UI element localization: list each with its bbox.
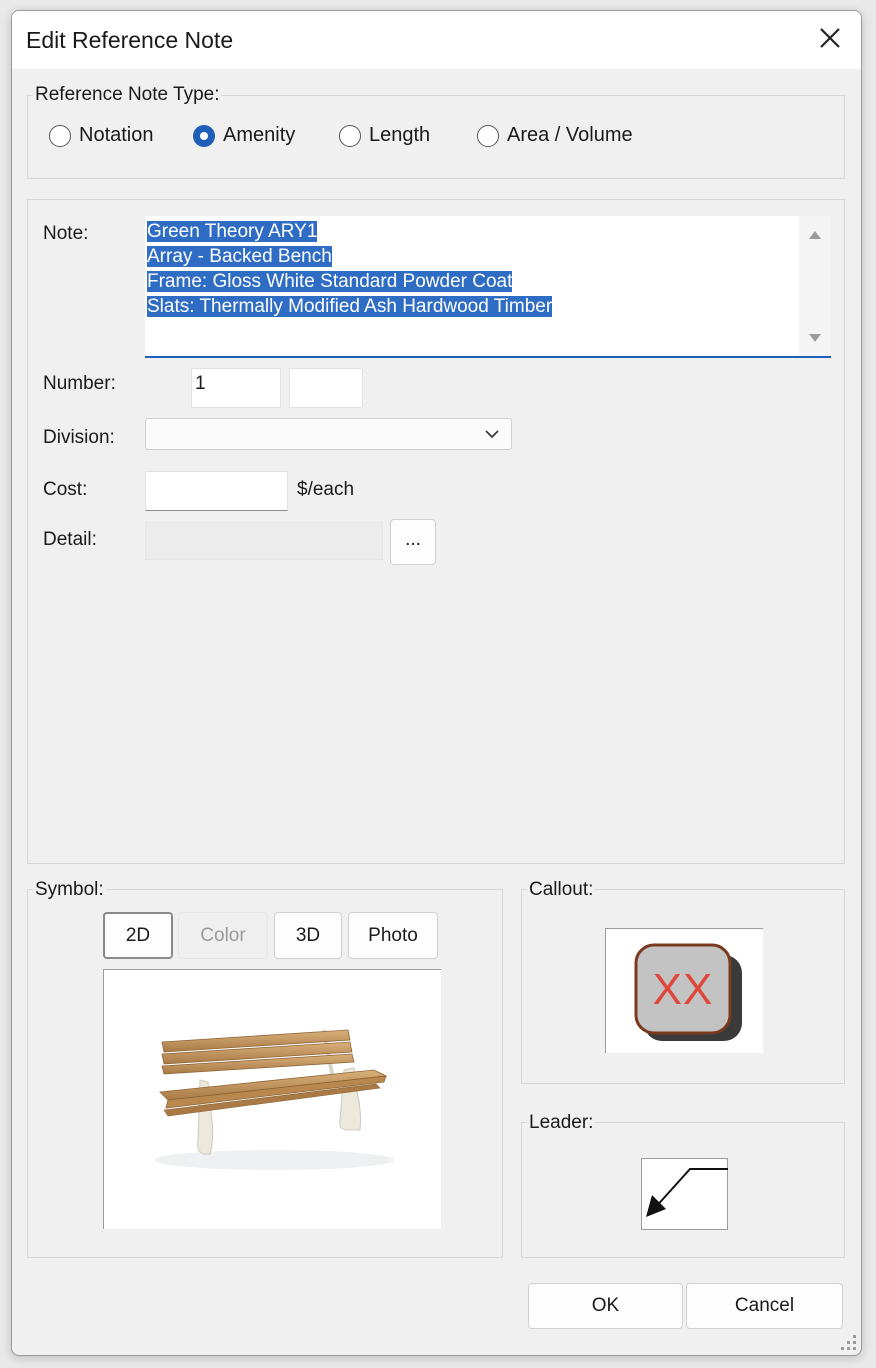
detail-input[interactable] [145,522,383,560]
number-input[interactable]: 1 [191,368,281,408]
tab-2d[interactable]: 2D [103,912,173,959]
close-icon[interactable] [817,25,843,51]
note-line: Slats: Thermally Modified Ash Hardwood T… [147,296,553,317]
resize-grip-icon[interactable] [835,1329,859,1353]
note-textarea[interactable]: Green Theory ARY1 Array - Backed Bench F… [145,216,831,358]
dialog-title: Edit Reference Note [26,27,234,53]
radio-amenity[interactable]: Amenity [193,124,295,147]
cancel-button[interactable]: Cancel [686,1283,843,1329]
division-select[interactable] [145,418,512,450]
callout-label: Callout: [527,879,596,901]
note-label: Note: [43,223,89,244]
edit-reference-note-dialog: Edit Reference Note Reference Note Type:… [11,10,862,1356]
radio-label-notation: Notation [79,124,154,146]
reference-note-type-label: Reference Note Type: [33,84,222,106]
symbol-preview [103,969,441,1229]
cost-label: Cost: [43,479,88,500]
radio-circle-amenity [193,124,215,147]
cost-unit: $/each [297,479,355,500]
scroll-up-icon[interactable] [809,231,821,239]
radio-circle-length [339,124,361,147]
tab-photo[interactable]: Photo [348,912,438,959]
number-label: Number: [43,373,116,394]
cost-input[interactable] [145,471,288,511]
detail-browse-button[interactable]: ... [390,519,436,565]
callout-text: XX [652,965,714,1014]
note-line: Green Theory ARY1 [147,221,318,242]
tab-3d[interactable]: 3D [274,912,342,959]
note-line: Array - Backed Bench [147,246,332,267]
callout-preview[interactable]: XX [605,928,763,1053]
symbol-label: Symbol: [33,879,106,901]
radio-label-area-volume: Area / Volume [507,124,633,146]
tab-color: Color [178,912,268,959]
ok-button[interactable]: OK [528,1283,683,1329]
radio-circle-notation [49,124,71,147]
title-bar: Edit Reference Note [12,11,861,69]
number-suffix-input[interactable] [289,368,363,408]
radio-length[interactable]: Length [339,124,430,147]
chevron-down-icon [485,430,499,439]
scroll-down-icon[interactable] [809,334,821,342]
radio-circle-area-volume [477,124,499,147]
radio-notation[interactable]: Notation [49,124,154,147]
detail-label: Detail: [43,529,97,550]
radio-label-amenity: Amenity [223,124,296,146]
leader-label: Leader: [527,1112,596,1134]
note-line: Frame: Gloss White Standard Powder Coat [147,271,513,292]
radio-area-volume[interactable]: Area / Volume [477,124,633,147]
note-scrollbar[interactable] [799,216,831,356]
leader-preview[interactable] [641,1158,728,1230]
leader-arrow-icon [646,1168,728,1217]
division-label: Division: [43,427,115,448]
bench-image [154,1029,394,1170]
note-text: Green Theory ARY1 Array - Backed Bench F… [147,219,553,319]
radio-label-length: Length [369,124,431,146]
